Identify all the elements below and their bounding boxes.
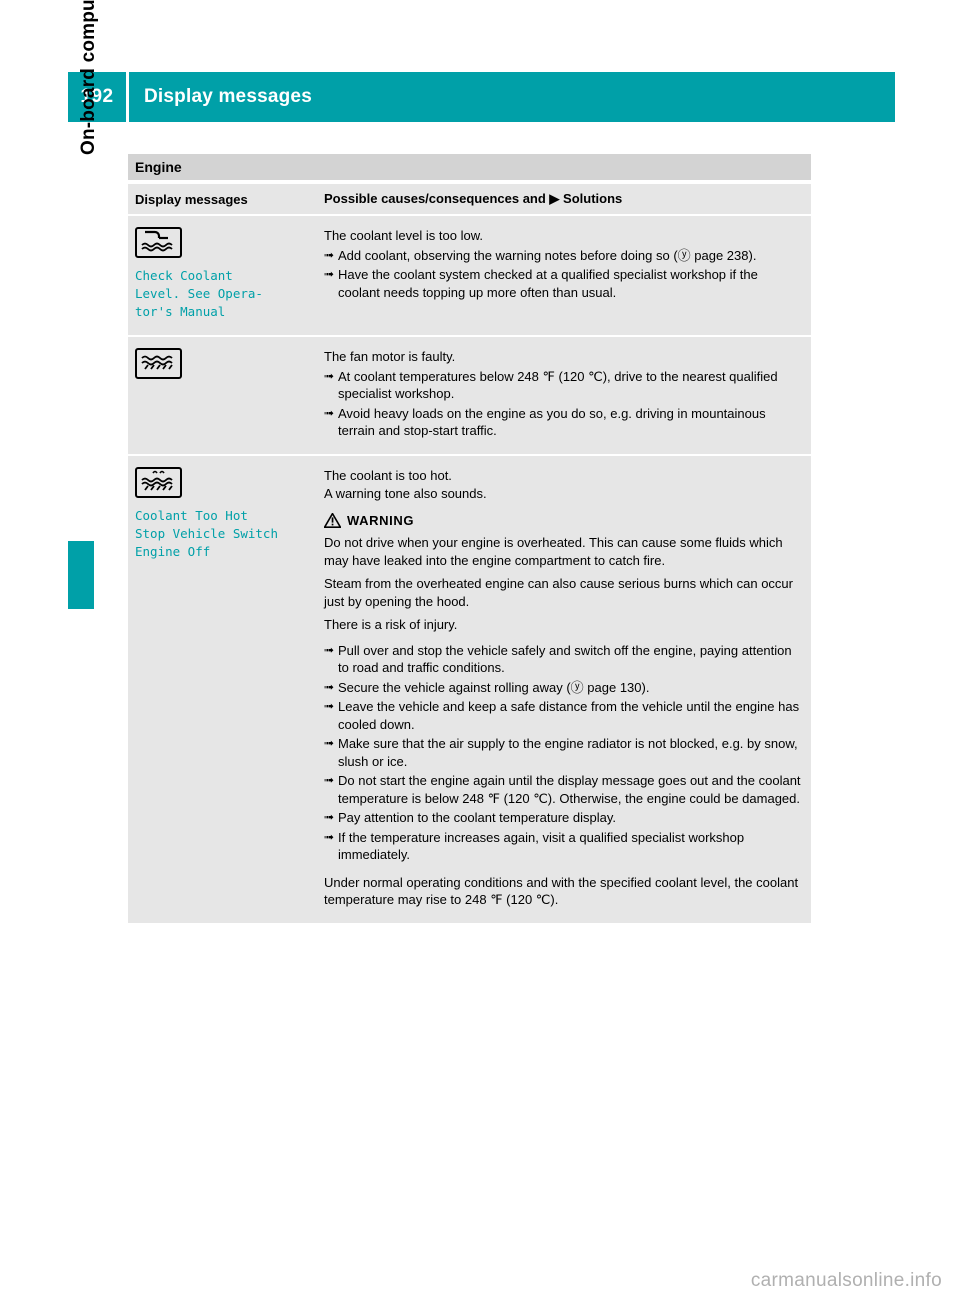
- bullet-marker: ➟: [324, 736, 335, 750]
- list-item: ➟ At coolant temperatures below 248 ℉ (1…: [324, 368, 803, 403]
- page-header: 192 Display messages: [68, 72, 895, 122]
- fan-motor-icon: [135, 348, 182, 379]
- bullet-marker: ➟: [324, 267, 335, 281]
- bullet-marker: ➟: [324, 247, 335, 262]
- list-item: ➟ Leave the vehicle and keep a safe dist…: [324, 698, 803, 733]
- list-item-text: Pay attention to the coolant temperature…: [338, 810, 616, 825]
- bullet-marker: ➟: [324, 368, 335, 383]
- paragraph: The coolant is too hot.: [324, 467, 452, 483]
- paragraph: A warning tone also sounds.: [324, 486, 487, 501]
- bullet-marker: ➟: [324, 679, 335, 694]
- warning-triangle-icon: [323, 511, 342, 528]
- list-item-text: Avoid heavy loads on the engine as you d…: [338, 405, 766, 439]
- list-item-text: If the temperature increases again, visi…: [338, 829, 745, 863]
- list-item-text: Do not start the engine again until the …: [338, 773, 801, 806]
- list-item-text: Add coolant, observing the warning notes…: [338, 247, 757, 263]
- list-item-text: Have the coolant system checked at a qua…: [338, 267, 758, 300]
- message-cell: Check Coolant Level. See Opera‑ tor's Ma…: [128, 216, 318, 335]
- table-row: Check Coolant Level. See Opera‑ tor's Ma…: [128, 214, 811, 335]
- table-header-row: Display messages Possible causes/consequ…: [128, 184, 811, 214]
- section-title: Engine: [128, 154, 811, 180]
- paragraph: The coolant level is too low.: [324, 228, 483, 243]
- causes-solutions-cell: The coolant level is too low. ➟ Add cool…: [318, 216, 811, 335]
- bullet-marker: ➟: [324, 699, 335, 713]
- causes-solutions-cell: The coolant is too hot. A warning tone a…: [318, 456, 811, 923]
- list-item: ➟ If the temperature increases again, vi…: [324, 829, 803, 864]
- list-item-text: At coolant temperatures below 248 ℉ (120…: [338, 368, 778, 402]
- watermark: carmanualsonline.info: [750, 1270, 942, 1291]
- bullet-marker: ➟: [324, 642, 335, 657]
- paragraph: The fan motor is faulty.: [324, 349, 456, 364]
- list-item-text: Leave the vehicle and keep a safe distan…: [338, 699, 800, 732]
- list-item: ➟ Have the coolant system checked at a q…: [324, 266, 803, 301]
- list-item: ➟ Add coolant, observing the warning not…: [324, 247, 803, 265]
- paragraph: Steam from the overheated engine can als…: [324, 576, 793, 609]
- coolant-hot-icon: [135, 466, 182, 498]
- list-item-text: Pull over and stop the vehicle safely an…: [338, 642, 792, 676]
- warning-label: WARNING: [347, 512, 415, 528]
- list-item: ➟ Avoid heavy loads on the engine as you…: [324, 405, 803, 440]
- chapter-side-tab-marker: [68, 541, 94, 609]
- message-text: Check Coolant Level. See Opera‑ tor's Ma…: [135, 268, 263, 319]
- list-item: ➟ Make sure that the air supply to the e…: [324, 735, 803, 770]
- chapter-side-tab-label: On-board computer and displays: [78, 0, 99, 155]
- warning-heading: WARNING: [323, 511, 803, 530]
- coolant-level-icon: [135, 227, 182, 258]
- list-item: ➟ Secure the vehicle against rolling awa…: [324, 679, 803, 697]
- message-cell: [128, 337, 318, 454]
- list-item-text: Make sure that the air supply to the eng…: [338, 736, 798, 769]
- message-text: Coolant Too Hot Stop Vehicle Switch Engi…: [135, 507, 278, 559]
- bullet-marker: ➟: [324, 773, 335, 787]
- message-cell: Coolant Too Hot Stop Vehicle Switch Engi…: [128, 456, 318, 923]
- list-item: ➟ Pay attention to the coolant temperatu…: [324, 809, 803, 827]
- table-row: Coolant Too Hot Stop Vehicle Switch Engi…: [128, 453, 811, 923]
- paragraph: Do not drive when your engine is overhea…: [324, 535, 783, 568]
- list-item-text: Secure the vehicle against rolling away …: [338, 679, 650, 695]
- list-item: ➟ Pull over and stop the vehicle safely …: [324, 642, 803, 677]
- list-item: ➟ Do not start the engine again until th…: [324, 772, 803, 807]
- column-header-causes-solutions: Possible causes/consequences and ▶ Solut…: [324, 191, 623, 206]
- column-header-display-messages: Display messages: [135, 191, 248, 207]
- bullet-marker: ➟: [324, 829, 335, 844]
- page-title: Display messages: [144, 86, 312, 107]
- table-row: The fan motor is faulty. ➟ At coolant te…: [128, 335, 811, 454]
- display-messages-table: Engine Display messages Possible causes/…: [128, 154, 811, 923]
- paragraph: Under normal operating conditions and wi…: [324, 874, 799, 908]
- causes-solutions-cell: The fan motor is faulty. ➟ At coolant te…: [318, 337, 811, 454]
- bullet-marker: ➟: [324, 405, 335, 420]
- bullet-marker: ➟: [324, 810, 335, 824]
- paragraph: There is a risk of injury.: [324, 617, 458, 632]
